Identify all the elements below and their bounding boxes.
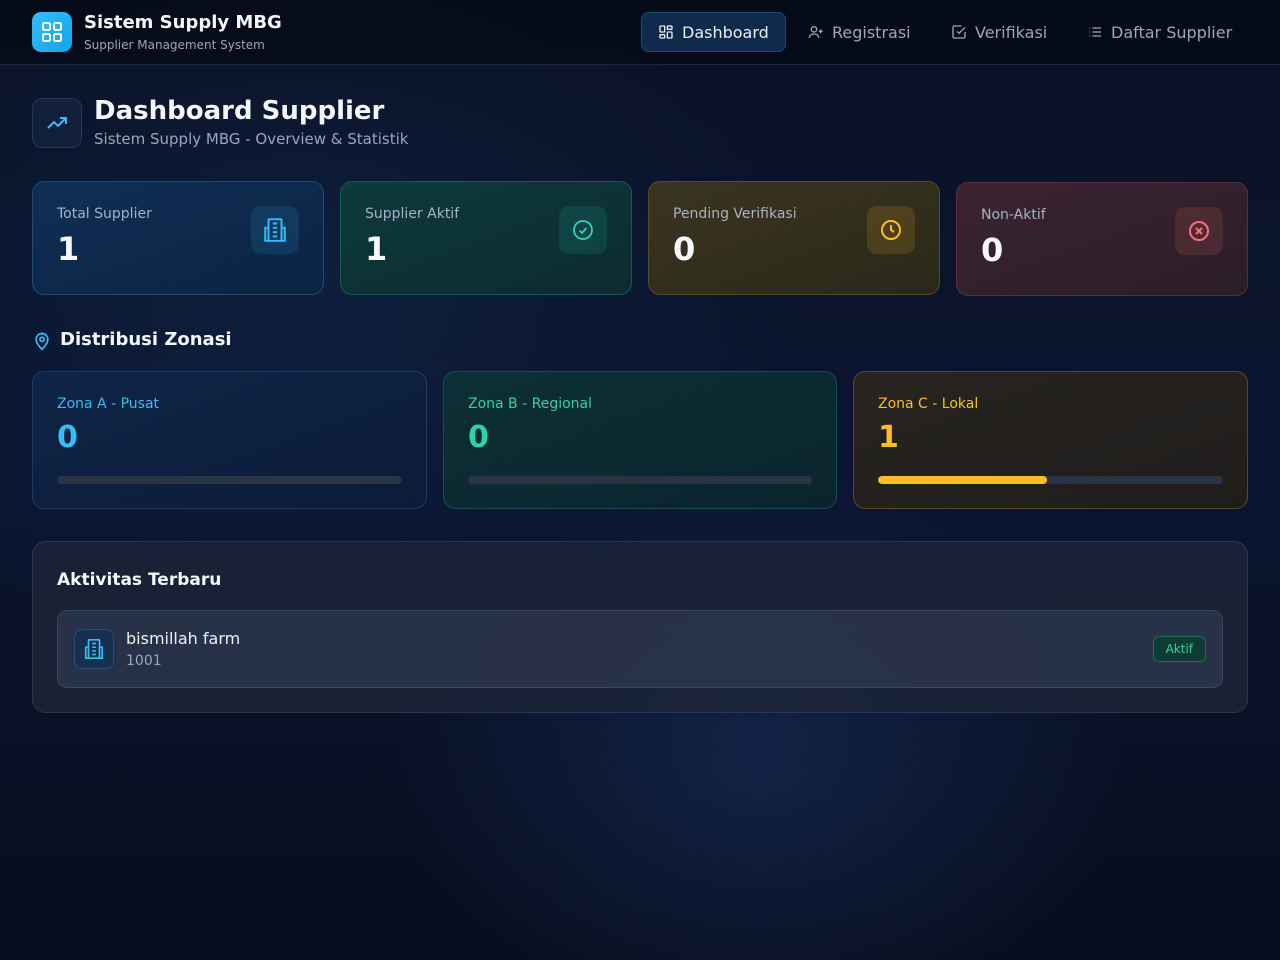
zone-label: Zona C - Lokal [878,396,979,412]
check-circle-icon [559,206,607,254]
nav-verifikasi[interactable]: Verifikasi [934,12,1064,52]
activity-panel: Aktivitas Terbaru bismillah farm 1001 Ak… [32,541,1248,713]
nav-dashboard-label: Dashboard [682,22,769,42]
zone-progress-fill [878,476,1048,484]
list-icon [1089,27,1101,37]
top-navbar: Sistem Supply MBG Supplier Management Sy… [0,0,1280,65]
zone-progress-bar [878,476,1223,484]
building-icon [74,629,114,669]
app-subtitle: Supplier Management System [84,38,265,52]
zone-label: Zona A - Pusat [57,396,160,412]
zone-value: 0 [468,420,489,455]
app-logo-icon[interactable] [32,12,72,52]
page-subtitle: Sistem Supply MBG - Overview & Statistik [94,130,409,148]
zone-progress-bar [57,476,402,484]
stat-card-total-supplier: Total Supplier 1 [32,181,324,295]
nav-daftar-supplier-label: Daftar Supplier [1111,22,1233,42]
app-title: Sistem Supply MBG [84,12,282,33]
zone-card-b: Zona B - Regional 0 [443,371,837,509]
nav-daftar-supplier[interactable]: Daftar Supplier [1070,12,1249,52]
nav-dashboard[interactable]: Dashboard [641,12,786,52]
section-title-distribusi-zonasi: Distribusi Zonasi [60,329,232,350]
nav-registrasi-label: Registrasi [832,22,911,42]
map-pin-icon [32,331,52,355]
grid-icon [659,25,673,39]
page-title: Dashboard Supplier [94,96,385,126]
user-plus-icon [808,26,823,39]
zone-value: 0 [57,420,78,455]
zone-progress-bar [468,476,812,484]
zone-label: Zona B - Regional [468,396,593,412]
stat-card-non-aktif: Non-Aktif 0 [956,182,1248,296]
check-square-icon [952,25,966,39]
nav-registrasi[interactable]: Registrasi [791,12,928,52]
trending-up-icon [32,98,82,148]
stat-card-supplier-aktif: Supplier Aktif 1 [340,181,632,295]
activity-supplier-name: bismillah farm [126,629,241,648]
status-badge: Aktif [1152,636,1206,662]
building-icon [251,206,299,254]
zone-value: 1 [878,420,899,455]
stat-card-pending-verifikasi: Pending Verifikasi 0 [648,181,940,295]
nav-verifikasi-label: Verifikasi [975,22,1048,42]
activity-title: Aktivitas Terbaru [57,570,222,590]
activity-list-item[interactable]: bismillah farm 1001 Aktif [57,610,1223,688]
zone-card-a: Zona A - Pusat 0 [32,371,427,509]
x-circle-icon [1175,207,1223,255]
activity-supplier-id: 1001 [126,653,162,669]
zone-card-c: Zona C - Lokal 1 [853,371,1248,509]
clock-icon [867,206,915,254]
